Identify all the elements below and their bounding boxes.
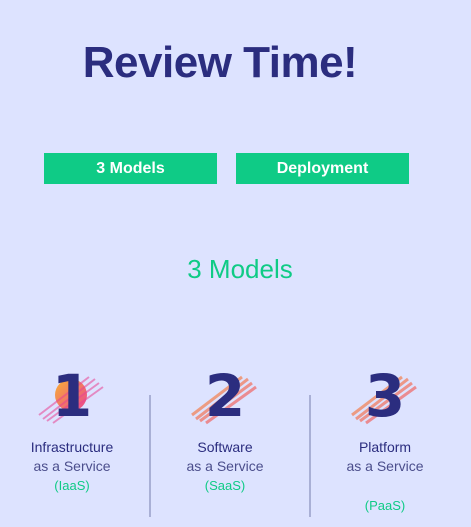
model-card-saas: 2 Software as a Service (SaaS) (150, 365, 300, 496)
model-name: Infrastructure (30, 439, 114, 455)
model-name: Software (197, 439, 253, 455)
model-name: Platform (358, 439, 412, 455)
model-number: 3 (364, 362, 406, 430)
model-number: 1 (51, 362, 93, 430)
model-abbreviation: (PaaS) (364, 498, 406, 513)
tab-3-models[interactable]: 3 Models (44, 153, 217, 184)
model-subtitle: as a Service (186, 458, 264, 474)
tab-deployment[interactable]: Deployment (236, 153, 409, 184)
model-subtitle: as a Service (33, 458, 111, 474)
model-abbreviation: (IaaS) (54, 478, 90, 493)
model-abbreviation: (SaaS) (204, 478, 246, 493)
section-heading: 3 Models (187, 254, 293, 284)
page-title: Review Time! (82, 38, 358, 87)
model-card-iaas: 1 Infrastructure as a Service (IaaS) (0, 365, 147, 496)
model-card-paas: 3 Platform as a Service (PaaS) (310, 365, 460, 516)
model-subtitle: as a Service (346, 458, 424, 474)
model-number: 2 (204, 362, 246, 430)
